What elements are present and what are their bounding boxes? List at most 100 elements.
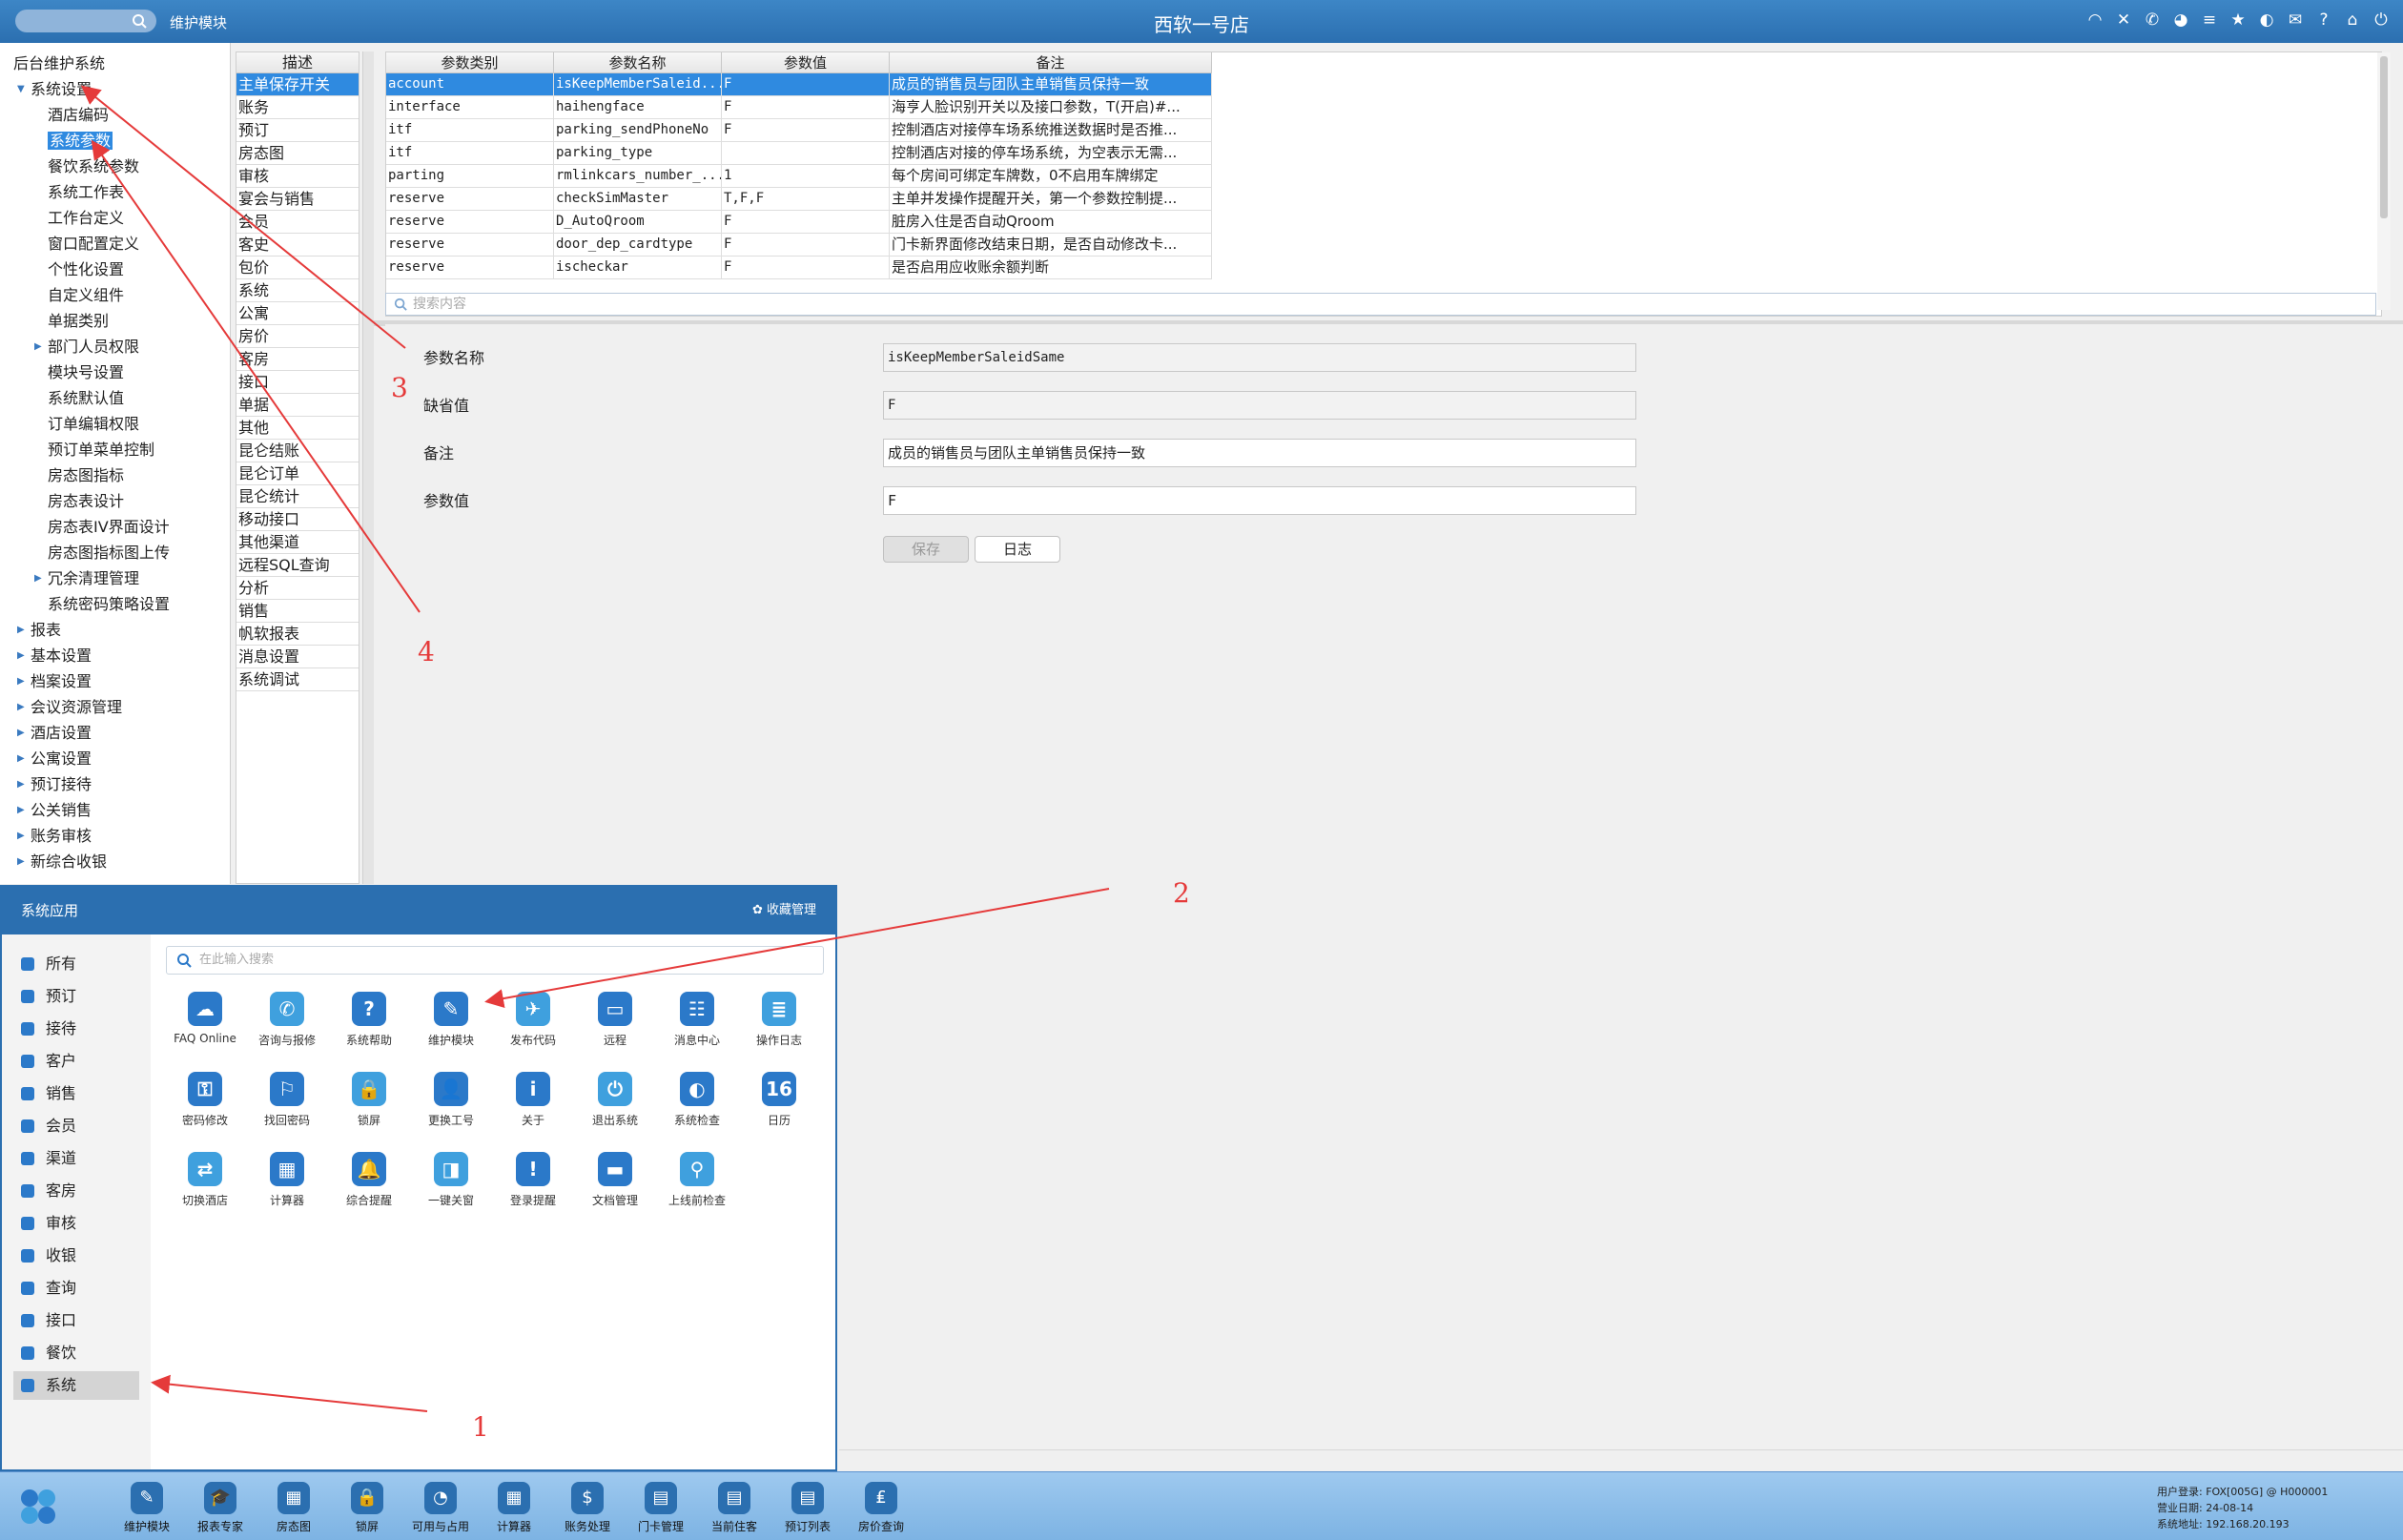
category-4[interactable]: 销售 (13, 1079, 139, 1108)
app-tile[interactable]: ✆ 咨询与报修 (246, 992, 328, 1048)
default-value-field[interactable]: F (883, 391, 1636, 420)
splitter[interactable] (362, 51, 374, 884)
description-item[interactable]: 宴会与销售 (236, 188, 359, 211)
category-2[interactable]: 接待 (13, 1015, 139, 1043)
tree-item[interactable]: 房态表设计 (48, 490, 124, 513)
description-item[interactable]: 客房 (236, 348, 359, 371)
collapse-arrow-icon[interactable]: ▶ (34, 567, 42, 590)
description-item[interactable]: 会员 (236, 211, 359, 234)
column-header[interactable]: 参数名称 (554, 52, 722, 72)
tree-item[interactable]: 窗口配置定义 (48, 233, 139, 256)
collapse-arrow-icon[interactable]: ▶ (17, 670, 25, 693)
log-button[interactable]: 日志 (975, 536, 1060, 563)
description-item[interactable]: 预订 (236, 119, 359, 142)
tree-item[interactable]: ▶ 公寓设置 (17, 748, 92, 770)
description-item[interactable]: 消息设置 (236, 646, 359, 668)
column-header[interactable]: 参数值 (722, 52, 890, 72)
popup-search-input[interactable]: 在此输入搜索 (166, 946, 824, 975)
collapse-arrow-icon[interactable]: ▶ (17, 825, 25, 848)
taskbar-item[interactable]: ₤ 房价查询 (851, 1482, 912, 1534)
app-tile[interactable]: ? 系统帮助 (328, 992, 410, 1048)
tree-item[interactable]: 工作台定义 (48, 207, 124, 230)
description-item[interactable]: 接口 (236, 371, 359, 394)
tree-item[interactable]: ▶ 酒店设置 (17, 722, 92, 745)
collapse-arrow-icon[interactable]: ▶ (17, 722, 25, 745)
app-tile[interactable]: 👤 更换工号 (410, 1072, 492, 1128)
app-tile[interactable]: ⇄ 切换酒店 (164, 1152, 246, 1208)
tree-item[interactable]: 房态图指标图上传 (48, 542, 170, 565)
favorites-manage-button[interactable]: ✿ 收藏管理 (752, 887, 816, 934)
taskbar-item[interactable]: $ 账务处理 (557, 1482, 618, 1534)
grid-search-input[interactable]: 搜索内容 (385, 293, 2376, 316)
collapse-arrow-icon[interactable]: ▶ (17, 645, 25, 667)
category-3[interactable]: 客户 (13, 1047, 139, 1076)
column-header[interactable]: 参数类别 (386, 52, 554, 72)
description-item[interactable]: 主单保存开关 (236, 73, 359, 96)
app-tile[interactable]: ⏻ 退出系统 (574, 1072, 656, 1128)
app-tile[interactable]: ☁ FAQ Online (164, 992, 246, 1045)
collapse-arrow-icon[interactable]: ▶ (17, 851, 25, 873)
description-item[interactable]: 移动接口 (236, 508, 359, 531)
description-item[interactable]: 昆仑结账 (236, 440, 359, 462)
category-1[interactable]: 预订 (13, 982, 139, 1011)
tree-item[interactable]: 系统工作表 (48, 181, 124, 204)
power-icon[interactable]: ⏻ (2371, 10, 2392, 31)
app-tile[interactable]: 🔒 锁屏 (328, 1072, 410, 1128)
tree-item[interactable]: ▶ 报表 (17, 619, 61, 642)
tree-item[interactable]: ▶ 公关销售 (17, 799, 92, 822)
collapse-arrow-icon[interactable]: ▶ (17, 773, 25, 796)
save-button[interactable]: 保存 (883, 536, 969, 563)
taskbar-item[interactable]: ◔ 可用与占用 (410, 1482, 471, 1534)
taskbar-item[interactable]: 🔒 锁屏 (337, 1482, 398, 1534)
table-row[interactable]: itf parking_type 控制酒店对接的停车场系统，为空表示无需... (386, 142, 1212, 165)
tree-item[interactable]: ▶ 基本设置 (17, 645, 92, 667)
table-row[interactable]: reserve D_AutoQroom F 脏房入住是否自动Qroom (386, 211, 1212, 234)
collapse-arrow-icon[interactable]: ▶ (17, 799, 25, 822)
category-11[interactable]: 接口 (13, 1306, 139, 1335)
tree-item[interactable]: ▶ 部门人员权限 (34, 336, 139, 359)
help-icon[interactable]: ? (2313, 10, 2334, 31)
category-6[interactable]: 渠道 (13, 1144, 139, 1173)
tree-item[interactable]: 房态图指标 (48, 464, 124, 487)
description-item[interactable]: 其他 (236, 417, 359, 440)
description-item[interactable]: 系统调试 (236, 668, 359, 691)
description-item[interactable]: 昆仑统计 (236, 485, 359, 508)
app-tile[interactable]: ◨ 一键关窗 (410, 1152, 492, 1208)
description-item[interactable]: 销售 (236, 600, 359, 623)
tree-item[interactable]: ▶ 冗余清理管理 (34, 567, 139, 590)
app-tile[interactable]: ⚿ 密码修改 (164, 1072, 246, 1128)
grid-scrollbar[interactable] (2377, 52, 2391, 310)
tree-item[interactable]: 订单编辑权限 (48, 413, 139, 436)
table-row[interactable]: account isKeepMemberSaleid... F 成员的销售员与团队主单… (386, 73, 1212, 96)
taskbar-item[interactable]: ▤ 门卡管理 (630, 1482, 691, 1534)
category-7[interactable]: 客房 (13, 1177, 139, 1205)
collapse-arrow-icon[interactable]: ▶ (17, 696, 25, 719)
tree-item[interactable]: 酒店编码 (48, 104, 109, 127)
star-icon[interactable]: ★ (2228, 10, 2249, 31)
app-tile[interactable]: ◐ 系统检查 (656, 1072, 738, 1128)
tree-item[interactable]: 餐饮系统参数 (48, 155, 139, 178)
app-tile[interactable]: ⚐ 找回密码 (246, 1072, 328, 1128)
app-tile[interactable]: i 关于 (492, 1072, 574, 1128)
expand-arrow-icon[interactable]: ▼ (17, 78, 25, 101)
tree-item[interactable]: ▶ 档案设置 (17, 670, 92, 693)
tree-item[interactable]: 房态表IV界面设计 (48, 516, 170, 539)
table-row[interactable]: reserve door_dep_cardtype F 门卡新界面修改结束日期，是否自… (386, 234, 1212, 257)
table-row[interactable]: parting rmlinkcars_number_... 1 每个房间可绑定车牌数，… (386, 165, 1212, 188)
taskbar-item[interactable]: 🎓 报表专家 (190, 1482, 251, 1534)
taskbar-item[interactable]: ▤ 预订列表 (777, 1482, 838, 1534)
tree-item[interactable]: 单据类别 (48, 310, 109, 333)
app-tile[interactable]: ✎ 维护模块 (410, 992, 492, 1048)
tree-item[interactable]: 个性化设置 (48, 258, 124, 281)
description-item[interactable]: 客史 (236, 234, 359, 257)
param-value-field[interactable]: F (883, 486, 1636, 515)
tree-item[interactable]: ▶ 预订接待 (17, 773, 92, 796)
collapse-arrow-icon[interactable]: ▶ (17, 619, 25, 642)
tree-root[interactable]: 后台维护系统 (13, 52, 105, 75)
app-tile[interactable]: ☷ 消息中心 (656, 992, 738, 1048)
app-tile[interactable]: ✈ 发布代码 (492, 992, 574, 1048)
app-tile[interactable]: ▬ 文档管理 (574, 1152, 656, 1208)
description-item[interactable]: 房价 (236, 325, 359, 348)
taskbar-item[interactable]: ▤ 当前住客 (704, 1482, 765, 1534)
description-item[interactable]: 昆仑订单 (236, 462, 359, 485)
